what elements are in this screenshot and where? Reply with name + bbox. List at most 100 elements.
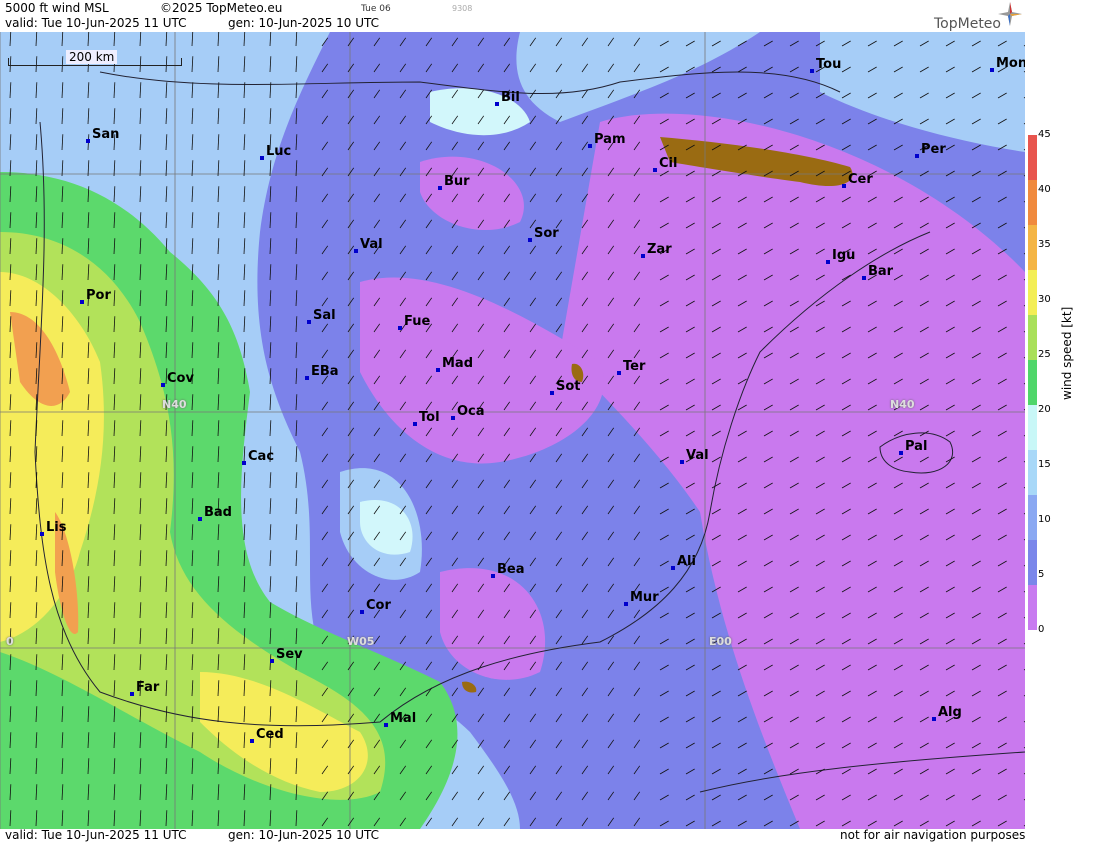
city-dot-icon bbox=[653, 168, 657, 172]
city-dot-icon bbox=[826, 260, 830, 264]
city-marker: Cac bbox=[242, 449, 275, 465]
generated-time: gen: 10-Jun-2025 10 UTC bbox=[228, 16, 380, 30]
city-dot-icon bbox=[398, 326, 402, 330]
legend-color-segment bbox=[1028, 225, 1037, 270]
city-dot-icon bbox=[550, 391, 554, 395]
wind-speed-legend: 45 40 35 30 25 20 15 10 5 0 bbox=[1025, 32, 1117, 829]
city-label: Bar bbox=[868, 264, 894, 279]
city-marker: Ali bbox=[671, 554, 696, 570]
city-dot-icon bbox=[270, 659, 274, 663]
city-dot-icon bbox=[40, 532, 44, 536]
city-marker: Bil bbox=[495, 90, 520, 106]
city-dot-icon bbox=[305, 376, 309, 380]
city-label: Mal bbox=[390, 711, 417, 726]
city-label: Sev bbox=[276, 647, 303, 662]
legend-tick-label: 35 bbox=[1038, 239, 1051, 250]
city-label: Luc bbox=[266, 144, 292, 159]
city-label: Pal bbox=[905, 439, 928, 454]
city-dot-icon bbox=[451, 416, 455, 420]
logo-text: TopMeteo bbox=[934, 16, 1001, 32]
city-dot-icon bbox=[617, 371, 621, 375]
city-label: Cer bbox=[848, 172, 873, 187]
city-marker: Bur bbox=[438, 174, 470, 190]
city-marker: Sor bbox=[528, 226, 559, 242]
city-label: Far bbox=[136, 680, 160, 695]
city-marker: Pal bbox=[899, 439, 928, 455]
city-dot-icon bbox=[528, 238, 532, 242]
tiny-code: 9308 bbox=[452, 4, 473, 13]
city-dot-icon bbox=[810, 69, 814, 73]
city-label: Ced bbox=[256, 727, 284, 742]
city-dot-icon bbox=[588, 144, 592, 148]
topmeteo-logo: TopMeteo bbox=[932, 0, 1025, 32]
city-label: Bur bbox=[444, 174, 470, 189]
city-dot-icon bbox=[842, 184, 846, 188]
city-dot-icon bbox=[641, 254, 645, 258]
city-marker: Cil bbox=[653, 156, 677, 172]
city-marker: Fue bbox=[398, 314, 430, 330]
city-dot-icon bbox=[384, 723, 388, 727]
city-label: Mur bbox=[630, 590, 659, 605]
scale-bar-label: 200 km bbox=[66, 50, 118, 64]
city-marker: Zar bbox=[641, 242, 672, 258]
city-label: Sor bbox=[534, 226, 559, 241]
city-dot-icon bbox=[915, 154, 919, 158]
city-marker: Luc bbox=[260, 144, 292, 160]
city-label: Val bbox=[360, 237, 383, 252]
city-marker: San bbox=[86, 127, 119, 143]
city-label: Sal bbox=[313, 308, 336, 323]
city-dot-icon bbox=[250, 739, 254, 743]
city-marker: Ced bbox=[250, 727, 284, 743]
legend-tick-label: 30 bbox=[1038, 294, 1051, 305]
city-dot-icon bbox=[242, 461, 246, 465]
city-label: Tou bbox=[816, 57, 842, 72]
city-marker: Mur bbox=[624, 590, 659, 606]
city-dot-icon bbox=[680, 460, 684, 464]
city-label: Alg bbox=[938, 705, 962, 720]
city-label: Bad bbox=[204, 505, 232, 520]
city-label: Igu bbox=[832, 248, 856, 263]
city-dot-icon bbox=[862, 276, 866, 280]
city-dot-icon bbox=[130, 692, 134, 696]
wind-field bbox=[0, 32, 1025, 829]
city-label: Tol bbox=[419, 410, 440, 425]
city-label: Sot bbox=[556, 379, 581, 394]
city-label: Ali bbox=[677, 554, 696, 569]
city-label: Lis bbox=[46, 520, 67, 535]
city-marker: Mad bbox=[436, 356, 474, 372]
city-dot-icon bbox=[491, 574, 495, 578]
city-dot-icon bbox=[495, 102, 499, 106]
city-label: Val bbox=[686, 448, 709, 463]
legend-tick-label: 5 bbox=[1038, 569, 1045, 580]
legend-color-segment bbox=[1028, 450, 1037, 495]
legend-tick-label: 20 bbox=[1038, 404, 1051, 415]
city-label: Mad bbox=[442, 356, 474, 371]
city-dot-icon bbox=[307, 320, 311, 324]
city-marker: Val bbox=[354, 237, 383, 253]
city-marker: EBa bbox=[305, 364, 339, 380]
city-label: Ter bbox=[623, 359, 646, 374]
city-label: Pam bbox=[594, 132, 626, 147]
legend-color-segment bbox=[1028, 540, 1037, 585]
city-label: Per bbox=[921, 142, 946, 157]
city-label: Por bbox=[86, 288, 111, 303]
city-dot-icon bbox=[990, 68, 994, 72]
legend-color-segment bbox=[1028, 585, 1037, 630]
legend-color-segment bbox=[1028, 180, 1037, 225]
legend-tick-label: 10 bbox=[1038, 514, 1051, 525]
city-marker: Alg bbox=[932, 705, 962, 721]
city-dot-icon bbox=[354, 249, 358, 253]
legend-color-segment bbox=[1028, 495, 1037, 540]
city-marker: Cor bbox=[360, 598, 391, 614]
wind-map[interactable]: 200 km N40 N40 W05 E00 0 San Luc Bil Pam Tou… bbox=[0, 32, 1025, 829]
city-marker: Mon bbox=[990, 56, 1025, 72]
city-marker: Bar bbox=[862, 264, 894, 280]
city-dot-icon bbox=[260, 156, 264, 160]
city-label: Oca bbox=[457, 404, 485, 419]
small-code: Tue 06 bbox=[361, 4, 391, 14]
city-dot-icon bbox=[624, 602, 628, 606]
copyright: ©2025 TopMeteo.eu bbox=[160, 1, 283, 15]
city-label: Cac bbox=[248, 449, 275, 464]
city-label: Cor bbox=[366, 598, 391, 613]
city-marker: Far bbox=[130, 680, 160, 696]
